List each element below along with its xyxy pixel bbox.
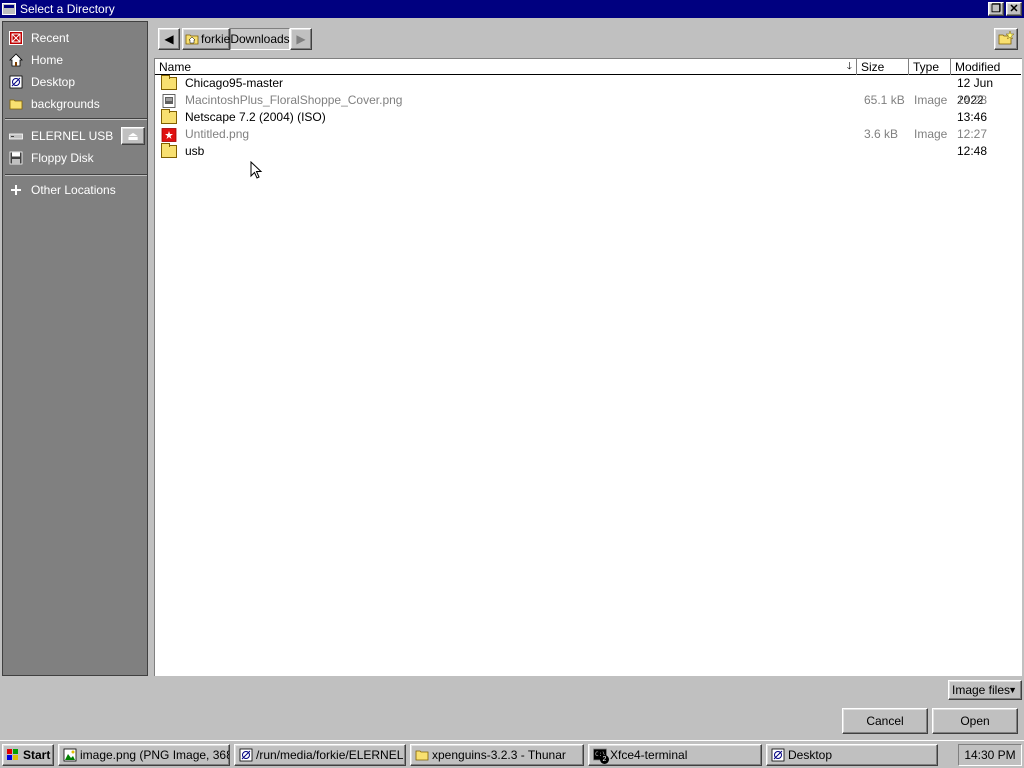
thunar-icon xyxy=(239,748,253,762)
folder-icon xyxy=(161,143,177,158)
sidebar-item-elernel-usb[interactable]: ELERNEL USB ⏏ xyxy=(3,126,147,146)
file-list[interactable]: Name 🡓 Size Type Modified Chicago95-mast… xyxy=(154,58,1022,676)
folder-icon xyxy=(161,75,177,90)
table-row[interactable]: Untitled.png 3.6 kB Image 12:27 xyxy=(155,126,1021,143)
folder-icon xyxy=(161,109,177,124)
sidebar-item-desktop[interactable]: Desktop xyxy=(3,72,147,92)
window-title: Select a Directory xyxy=(20,2,115,16)
sidebar-item-label: Floppy Disk xyxy=(31,151,94,165)
file-modified: 12:27 xyxy=(957,127,988,141)
breadcrumb-label: forkie xyxy=(201,32,231,46)
sidebar-item-floppy-disk[interactable]: Floppy Disk xyxy=(3,148,147,168)
column-modified-header[interactable]: Modified xyxy=(951,59,1021,75)
file-name: usb xyxy=(185,144,205,158)
file-type: Image xyxy=(914,127,948,141)
title-bar[interactable]: Select a Directory ❐ ✕ xyxy=(0,0,1024,18)
file-name: MacintoshPlus_FloralShoppe_Cover.png xyxy=(185,93,403,107)
file-size: 3.6 kB xyxy=(864,127,899,141)
taskbar-item-thunar[interactable]: xpenguins-3.2.3 - Thunar xyxy=(410,744,584,766)
column-type-header[interactable]: Type xyxy=(909,59,951,75)
taskbar-item-label: /run/media/forkie/ELERNEL ... xyxy=(256,748,406,762)
start-button[interactable]: Start xyxy=(2,744,54,766)
system-clock[interactable]: 14:30 PM xyxy=(958,744,1022,766)
back-button[interactable]: ◀ xyxy=(158,28,180,50)
sidebar-separator xyxy=(5,174,147,176)
sidebar-item-label: backgrounds xyxy=(31,97,100,111)
new-folder-icon xyxy=(998,29,1015,48)
table-row[interactable]: Netscape 7.2 (2004) (ISO) 13:46 xyxy=(155,109,1021,126)
home-icon xyxy=(9,53,23,67)
filter-value: Image files xyxy=(952,683,1011,697)
column-name-header[interactable]: Name 🡓 xyxy=(155,59,857,75)
sidebar-item-home[interactable]: Home xyxy=(3,50,147,70)
desktop-icon xyxy=(9,75,23,89)
file-modified: 13:46 xyxy=(957,110,988,124)
taskbar-item-image[interactable]: image.png (PNG Image, 368... xyxy=(58,744,230,766)
table-row[interactable]: Chicago95-master 12 Jun 2022 xyxy=(155,75,1021,107)
recent-icon xyxy=(9,31,23,45)
create-folder-button[interactable] xyxy=(994,28,1018,50)
taskbar: Start image.png (PNG Image, 368... /run/… xyxy=(0,740,1024,768)
file-filter-dropdown[interactable]: Image files ▼ xyxy=(948,680,1022,700)
image-file-icon xyxy=(161,128,177,142)
breadcrumb-forkie[interactable]: forkie xyxy=(182,28,230,50)
sidebar-item-recent[interactable]: Recent xyxy=(3,28,147,48)
cancel-button[interactable]: Cancel xyxy=(842,708,928,734)
window-count-badge: 2 xyxy=(600,755,609,764)
restore-button[interactable]: ❐ xyxy=(988,2,1004,16)
file-name: Untitled.png xyxy=(185,127,250,141)
column-size-header[interactable]: Size xyxy=(857,59,909,75)
sidebar-item-label: ELERNEL USB xyxy=(31,129,114,143)
sidebar-item-backgrounds[interactable]: backgrounds xyxy=(3,94,147,114)
taskbar-item-label: Desktop xyxy=(788,748,833,762)
sidebar-item-label: Recent xyxy=(31,31,70,45)
sort-arrow-icon: 🡓 xyxy=(846,61,852,72)
image-file-icon xyxy=(161,94,177,108)
usb-drive-icon xyxy=(9,129,23,143)
file-modified: 14:28 xyxy=(957,93,988,107)
open-button[interactable]: Open xyxy=(932,708,1018,734)
sidebar-item-label: Home xyxy=(31,53,64,67)
file-size: 65.1 kB xyxy=(864,93,905,107)
taskbar-item-label: image.png (PNG Image, 368... xyxy=(80,748,230,762)
taskbar-item-file-manager[interactable]: /run/media/forkie/ELERNEL ... xyxy=(234,744,406,766)
terminal-icon: C:\ 2 xyxy=(593,748,609,764)
forward-button[interactable]: ▶ xyxy=(290,28,312,50)
chevron-down-icon: ▼ xyxy=(1008,685,1017,695)
file-name: Chicago95-master xyxy=(185,76,284,90)
file-name: Netscape 7.2 (2004) (ISO) xyxy=(185,110,326,124)
desktop-icon xyxy=(771,748,785,762)
table-row[interactable]: MacintoshPlus_FloralShoppe_Cover.png 65.… xyxy=(155,92,1021,109)
sidebar-item-other-locations[interactable]: Other Locations xyxy=(3,180,147,200)
start-label: Start xyxy=(23,748,51,762)
window-icon xyxy=(2,3,16,15)
folder-icon xyxy=(415,748,429,762)
home-folder-icon xyxy=(185,33,199,45)
sidebar-item-label: Other Locations xyxy=(31,183,116,197)
mouse-cursor-icon xyxy=(250,160,264,184)
plus-icon xyxy=(9,183,23,197)
sidebar-separator xyxy=(5,118,147,120)
sidebar-item-label: Desktop xyxy=(31,75,76,89)
column-label: Name xyxy=(159,60,192,74)
column-header: Name 🡓 Size Type Modified xyxy=(155,59,1021,75)
places-sidebar: Recent Home Desktop backgrounds ELERNEL … xyxy=(2,21,148,676)
taskbar-item-label: xpenguins-3.2.3 - Thunar xyxy=(432,748,566,762)
image-viewer-icon xyxy=(63,748,77,762)
table-row[interactable]: usb 12:48 xyxy=(155,143,1021,160)
breadcrumb-downloads[interactable]: Downloads xyxy=(230,28,290,50)
close-button[interactable]: ✕ xyxy=(1006,2,1022,16)
path-bar: ◀ forkie Downloads ▶ xyxy=(152,21,1022,55)
folder-icon xyxy=(9,97,23,111)
taskbar-item-label: Xfce4-terminal xyxy=(610,748,688,762)
file-type: Image xyxy=(914,93,948,107)
taskbar-item-desktop[interactable]: Desktop xyxy=(766,744,938,766)
eject-button[interactable]: ⏏ xyxy=(121,127,145,145)
floppy-icon xyxy=(9,151,23,165)
taskbar-item-terminal[interactable]: C:\ 2 Xfce4-terminal xyxy=(588,744,762,766)
file-modified: 12:48 xyxy=(957,144,988,158)
windows-logo-icon xyxy=(6,748,20,762)
